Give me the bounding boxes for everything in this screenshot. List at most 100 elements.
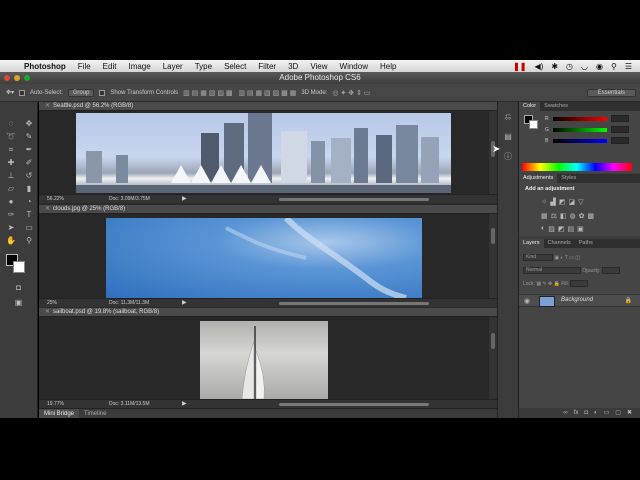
- tab-layers[interactable]: Layers: [519, 239, 544, 248]
- align-icons[interactable]: ▥ ▤ ▦ ▧ ▨ ▩ ▥ ▤ ▦ ▧ ▨ ▩ ▦: [183, 89, 296, 97]
- history-panel-icon[interactable]: ⎌: [498, 112, 518, 122]
- color-lookup-icon[interactable]: ▩: [588, 212, 595, 220]
- close-tab-icon[interactable]: ✕: [45, 309, 50, 315]
- history-brush-tool-icon[interactable]: ↺: [21, 170, 37, 181]
- menu-edit[interactable]: Edit: [97, 62, 123, 71]
- red-slider[interactable]: R: [545, 115, 637, 122]
- exposure-icon[interactable]: ◪: [568, 198, 575, 206]
- gradient-tool-icon[interactable]: ▮: [21, 183, 37, 194]
- vibrance-icon[interactable]: ▽: [578, 198, 583, 206]
- zoom-level[interactable]: 25%: [47, 299, 57, 308]
- menu-photoshop[interactable]: Photoshop: [18, 62, 72, 71]
- hue-saturation-icon[interactable]: ▦: [541, 212, 548, 220]
- document-tab[interactable]: ✕ Seattle.psd @ 56.2% (RGB/8): [39, 102, 497, 111]
- green-value-field[interactable]: [611, 126, 629, 133]
- tab-color[interactable]: Color: [519, 102, 541, 111]
- green-slider-track[interactable]: [553, 128, 607, 132]
- wifi-icon[interactable]: ◡: [581, 62, 588, 71]
- link-layers-icon[interactable]: ∞: [563, 408, 567, 418]
- posterize-icon[interactable]: ▨: [548, 225, 555, 233]
- quick-select-tool-icon[interactable]: ✎: [21, 131, 37, 142]
- healing-tool-icon[interactable]: ✚: [3, 157, 19, 168]
- move-tool-icon[interactable]: ✥: [21, 118, 37, 129]
- horizontal-scrollbar[interactable]: [279, 403, 429, 406]
- blend-mode-dropdown[interactable]: Normal: [523, 267, 581, 274]
- fill-field[interactable]: [570, 280, 589, 287]
- workspace-dropdown[interactable]: Essentials: [586, 88, 636, 97]
- new-layer-icon[interactable]: ▢: [615, 408, 621, 418]
- type-tool-icon[interactable]: T: [21, 209, 37, 220]
- blue-slider[interactable]: B: [545, 137, 637, 144]
- vertical-scrollbar[interactable]: [489, 214, 497, 298]
- layer-row[interactable]: ◉ Background 🔒: [519, 294, 640, 307]
- levels-icon[interactable]: ▟: [550, 198, 555, 206]
- quick-mask-icon[interactable]: ◘: [0, 282, 37, 293]
- status-menu-arrow-icon[interactable]: ▶: [182, 195, 187, 204]
- eyedropper-tool-icon[interactable]: ✒: [21, 144, 37, 155]
- shape-tool-icon[interactable]: ▭: [21, 222, 37, 233]
- red-value-field[interactable]: [611, 115, 629, 122]
- layer-style-icon[interactable]: fx: [574, 408, 579, 418]
- show-transform-checkbox[interactable]: [99, 89, 106, 96]
- properties-panel-icon[interactable]: ▤: [498, 132, 518, 141]
- list-icon[interactable]: ☰: [625, 62, 632, 71]
- dodge-tool-icon[interactable]: ◔: [21, 196, 37, 207]
- menu-image[interactable]: Image: [122, 62, 156, 71]
- group-dropdown[interactable]: Group: [67, 88, 95, 97]
- bluetooth-icon[interactable]: ✱: [551, 62, 558, 71]
- background-color-swatch[interactable]: [13, 261, 25, 273]
- color-balance-icon[interactable]: ⚖: [551, 212, 557, 220]
- brightness-icon[interactable]: ☼: [541, 198, 547, 206]
- screen-mode-icon[interactable]: ▣: [0, 297, 37, 308]
- channel-mixer-icon[interactable]: ✿: [579, 212, 585, 220]
- new-group-icon[interactable]: ▭: [604, 408, 610, 418]
- color-spectrum[interactable]: [522, 163, 632, 171]
- marquee-tool-icon[interactable]: ◌: [3, 118, 19, 129]
- close-icon[interactable]: [4, 75, 10, 81]
- panel-background-swatch[interactable]: [529, 120, 538, 129]
- eraser-tool-icon[interactable]: ▱: [3, 183, 19, 194]
- tab-timeline[interactable]: Timeline: [79, 409, 111, 418]
- document-tab[interactable]: ✕ sailboat.psd @ 19.8% (sailboat, RGB/8): [39, 308, 497, 317]
- menu-help[interactable]: Help: [374, 62, 402, 71]
- photo-filter-icon[interactable]: ◍: [570, 212, 576, 220]
- curves-icon[interactable]: ◩: [559, 198, 566, 206]
- add-mask-icon[interactable]: ◘: [584, 408, 588, 418]
- tab-mini-bridge[interactable]: Mini Bridge: [39, 409, 80, 418]
- blur-tool-icon[interactable]: ●: [3, 196, 19, 207]
- blue-value-field[interactable]: [611, 137, 629, 144]
- threshold-icon[interactable]: ◩: [558, 225, 565, 233]
- scroll-thumb[interactable]: [491, 333, 495, 349]
- document-canvas[interactable]: [39, 214, 489, 298]
- trash-icon[interactable]: ✖: [627, 408, 632, 418]
- menu-filter[interactable]: Filter: [252, 62, 282, 71]
- blue-slider-track[interactable]: [553, 139, 607, 143]
- pen-tool-icon[interactable]: ✑: [3, 209, 19, 220]
- document-canvas[interactable]: [39, 111, 489, 194]
- stamp-tool-icon[interactable]: ⊥: [3, 170, 19, 181]
- user-icon[interactable]: ◉: [596, 62, 603, 71]
- hand-tool-icon[interactable]: ✋: [3, 235, 19, 246]
- auto-select-checkbox[interactable]: [19, 89, 26, 96]
- menu-3d[interactable]: 3D: [282, 62, 304, 71]
- new-adjustment-icon[interactable]: ◐: [594, 408, 598, 418]
- filter-icons[interactable]: ▣ ◐ T ▭ ◫: [554, 255, 580, 261]
- scroll-thumb[interactable]: [491, 228, 495, 244]
- menu-file[interactable]: File: [72, 62, 97, 71]
- menu-window[interactable]: Window: [334, 62, 374, 71]
- tab-adjustments[interactable]: Adjustments: [519, 174, 558, 183]
- gradient-map-icon[interactable]: ▤: [567, 225, 574, 233]
- record-icon[interactable]: ❚❚: [513, 62, 526, 71]
- eye-icon[interactable]: ◉: [524, 297, 530, 305]
- move-tool-preset-icon[interactable]: ✥▾: [6, 89, 14, 96]
- info-panel-icon[interactable]: ⓘ: [498, 151, 518, 162]
- 3d-mode-icons[interactable]: ◎ ✦ ✥ ⇕ ▭: [332, 89, 370, 97]
- black-white-icon[interactable]: ◧: [560, 212, 567, 220]
- document-canvas[interactable]: [39, 317, 489, 399]
- minimize-icon[interactable]: [14, 75, 20, 81]
- red-slider-track[interactable]: [553, 117, 607, 121]
- search-icon[interactable]: ⚲: [611, 62, 617, 71]
- opacity-field[interactable]: [602, 267, 621, 274]
- menu-type[interactable]: Type: [189, 62, 218, 71]
- menu-layer[interactable]: Layer: [157, 62, 189, 71]
